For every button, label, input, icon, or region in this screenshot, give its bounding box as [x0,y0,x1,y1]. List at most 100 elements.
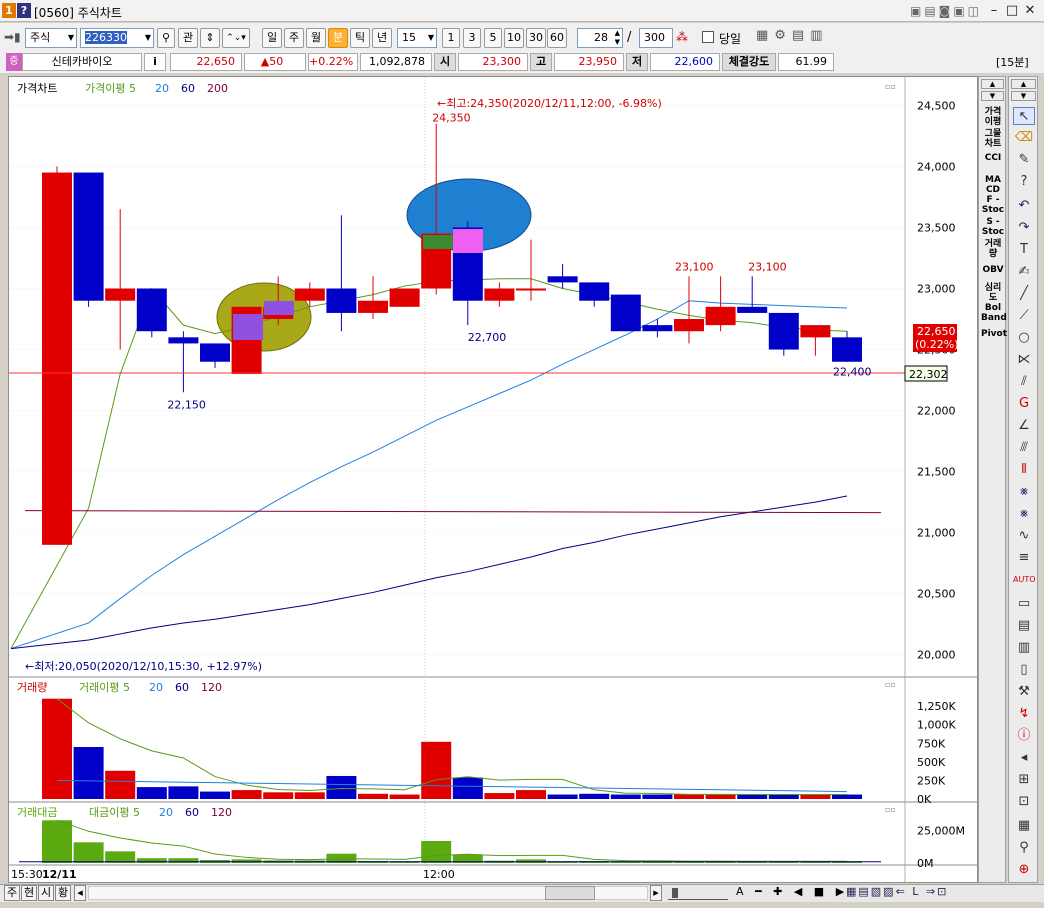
stepper-icon[interactable]: ⌃⌄▾ [222,28,250,48]
refresh-icon[interactable]: ⇕ [200,28,220,48]
minute-button-5[interactable]: 5 [484,28,502,48]
minute-button-1[interactable]: 1 [442,28,460,48]
playback-controls[interactable]: A ━ ✚ ◀ ■ ▶ [736,885,848,898]
window-number-badge[interactable]: 1 [2,3,16,18]
minute-button-60[interactable]: 60 [547,28,567,48]
bars-icon[interactable]: ≡ [1013,549,1035,567]
line-icon[interactable]: ╱ [1013,285,1035,303]
wrench-icon[interactable]: ⚒ [1013,683,1035,701]
indicator-item-3[interactable]: MA CD [981,175,1005,195]
bottom-tab-0[interactable]: 주 [4,885,20,901]
pointer-icon[interactable]: ↖ [1013,107,1035,125]
grid-icon[interactable]: ⨳ [1013,505,1035,523]
chart-area[interactable]: 1,250K 1,000K 750K 500K 250K 0K 25,000M 0M 가격차… [8,76,978,883]
tool-scroll-up-icon[interactable]: ▲ [1011,79,1036,89]
scroll-left-icon[interactable]: ◂ [74,885,86,901]
title-tool-icons[interactable]: ▣▤◙▣◫ [910,4,982,18]
arrow-icon[interactable]: ➡▮ [4,30,21,44]
help-icon[interactable]: ? [1013,173,1035,191]
maximize-button[interactable]: □ [1004,3,1020,19]
period-button-1[interactable]: 주 [284,28,304,48]
chart-tool-icons[interactable]: ▦⚙▤▥ [756,28,829,43]
cross-icon[interactable]: ⨳ [1013,483,1035,501]
minute-button-3[interactable]: 3 [463,28,481,48]
price-icon[interactable]: ↯ [1013,705,1035,723]
indicator-item-9[interactable]: Bol Band [981,303,1007,323]
pen-icon[interactable]: ✍ [1013,263,1035,281]
count-input[interactable]: 28 ▲ ▼ [577,28,623,48]
tool-scroll-down-icon[interactable]: ▼ [1011,91,1036,101]
horizontal-scroll-thumb[interactable] [545,886,595,900]
candle-body [610,294,641,332]
wave-icon[interactable]: ∿ [1013,527,1035,545]
indicator-scroll-down-icon[interactable]: ▼ [981,91,1004,101]
indicator-item-10[interactable]: Pivot [981,329,1007,339]
indicator-scroll-up-icon[interactable]: ▲ [981,79,1004,89]
parallel-icon[interactable]: ⫻ [1013,439,1035,457]
stock-code-input[interactable]: 226330 ▼ [80,28,154,48]
indicator-item-8[interactable]: 심리 도 [981,283,1005,303]
undo-icon[interactable]: ↶ [1013,197,1035,215]
info-button[interactable]: i [144,53,166,71]
indicator-item-4[interactable]: F - Stoc [981,195,1005,215]
bottom-tab-2[interactable]: 시 [38,885,54,901]
volume-y-tick: 0K [917,793,932,806]
scroll-right-icon[interactable]: ▸ [650,885,662,901]
market-select[interactable]: 주식 ▼ [25,28,77,48]
zoom-slider[interactable] [668,886,728,900]
candle-icon[interactable]: ▯ [1013,661,1035,679]
period-button-0[interactable]: 일 [262,28,282,48]
gann-icon[interactable]: G [1013,395,1035,413]
circle-icon[interactable]: ○ [1013,329,1035,347]
minute-button-10[interactable]: 10 [504,28,524,48]
period-button-5[interactable]: 년 [372,28,392,48]
search-icon[interactable]: ⚲ [157,28,175,48]
zoom-chart-icon[interactable]: ⊞ [1013,771,1035,789]
window-icon[interactable]: ▭ [1013,595,1035,613]
speaker-icon[interactable]: ◂ [1013,749,1035,767]
angle-icon[interactable]: ∠ [1013,417,1035,435]
info-circle-icon[interactable]: ⓘ [1013,727,1035,745]
indicator-item-0[interactable]: 가격 이평 [981,107,1005,127]
redo-icon[interactable]: ↷ [1013,219,1035,237]
chart-canvas[interactable]: 1,250K 1,000K 750K 500K 250K 0K 25,000M 0M 가격차… [9,77,977,882]
period-button-4[interactable]: 틱 [350,28,370,48]
bottom-tool-icons[interactable]: ▦▤▧▨⇐ L ⇒⊡ [846,885,948,898]
today-checkbox[interactable] [702,31,714,43]
interval-select[interactable]: 15 ▼ [397,28,437,48]
close-button[interactable]: ✕ [1022,3,1038,19]
segment-icon[interactable]: ⟋ [1013,307,1035,325]
channel-icon[interactable]: ⫽ [1013,373,1035,391]
watch-button[interactable]: 관 [178,28,198,48]
minute-button-30[interactable]: 30 [526,28,546,48]
bottom-tab-1[interactable]: 현 [21,885,37,901]
help-badge[interactable]: ? [17,3,31,18]
indicator-item-5[interactable]: S - Stoc [981,217,1005,237]
total-input[interactable]: 300 [639,28,673,48]
volume-bar [200,791,230,799]
indicator-item-2[interactable]: CCI [981,153,1005,163]
fibo-icon[interactable]: ⦀ [1013,461,1035,479]
price-y-tick: 23,500 [917,221,956,234]
zoom-doc-icon[interactable]: ⊡ [1013,793,1035,811]
price-point-label: 23,100 [675,260,714,273]
auto-trend-icon[interactable]: AUTO [1013,571,1036,589]
histogram-icon[interactable]: ▥ [1013,639,1035,657]
volume-legend-20: 20 [149,681,163,694]
indicator-item-1[interactable]: 그물 차트 [981,129,1005,149]
indicator-item-7[interactable]: OBV [981,265,1005,275]
bottom-tab-3[interactable]: 황 [55,885,71,901]
indicator-item-6[interactable]: 거래 량 [981,239,1005,259]
excel-icon[interactable]: ▦ [1013,817,1035,835]
text-icon[interactable]: T [1013,241,1035,259]
minimize-button[interactable]: – [986,3,1002,19]
settings-dots-icon[interactable]: ⁂ [676,30,688,44]
eraser-icon[interactable]: ⌫ [1013,129,1035,147]
magnifier-icon[interactable]: ⚲ [1013,839,1035,857]
period-button-3[interactable]: 분 [328,28,348,48]
period-button-2[interactable]: 월 [306,28,326,48]
fan-icon[interactable]: ⋉ [1013,351,1035,369]
delete-all-icon[interactable]: ✎ [1013,151,1035,169]
page-icon[interactable]: ▤ [1013,617,1035,635]
crosshair-icon[interactable]: ⊕ [1013,861,1035,879]
